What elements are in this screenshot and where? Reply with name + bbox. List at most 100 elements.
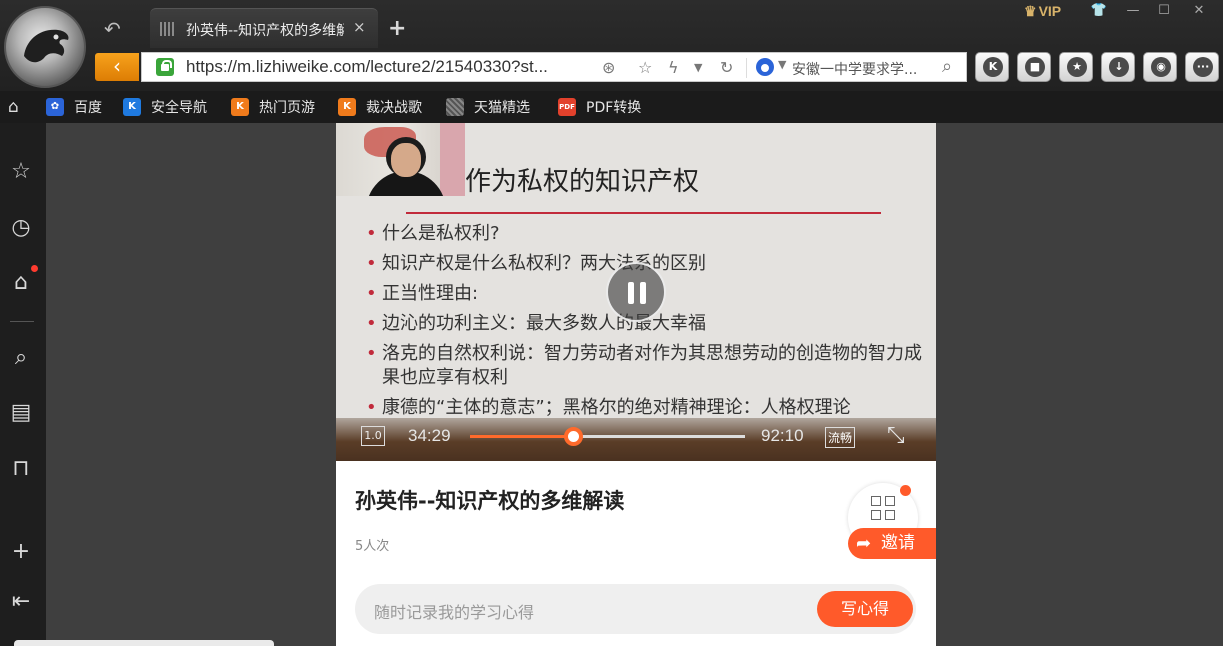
lecturer-camera	[336, 123, 465, 196]
slide-bullet: 康德的“主体的意志”；黑格尔的绝对精神理论：人格权理论	[366, 396, 926, 420]
more-button[interactable]: ···	[1185, 52, 1219, 82]
bookmark-hot-games[interactable]: K 热门页游	[231, 97, 315, 117]
bookmark-label: 百度	[74, 100, 102, 116]
baidu-search-engine-icon[interactable]	[756, 58, 774, 76]
vip-label: VIP	[1038, 3, 1062, 19]
lock-button[interactable]: ■	[1017, 52, 1051, 82]
refresh-icon[interactable]: ↻	[720, 58, 733, 77]
total-time: 92:10	[761, 426, 804, 445]
progress-thumb[interactable]	[563, 427, 583, 446]
download-button[interactable]: ↓	[1101, 52, 1135, 82]
notification-dot	[900, 485, 911, 496]
compat-mode-icon[interactable]: ⊛	[602, 58, 615, 77]
lock-icon: ■	[1025, 57, 1045, 77]
slide-bullet: 什么是私权利?	[366, 222, 926, 246]
tmall-icon	[446, 98, 464, 116]
undo-close-tab-icon[interactable]: ↶	[104, 17, 121, 41]
k-extension-button[interactable]: K	[975, 52, 1009, 82]
close-window-button[interactable]: ✕	[1188, 3, 1210, 21]
bookmark-safe-nav[interactable]: K 安全导航	[123, 97, 207, 117]
browser-logo-icon[interactable]	[4, 6, 86, 88]
address-bar[interactable]: https://m.lizhiweike.com/lecture2/215403…	[141, 52, 967, 82]
home-icon[interactable]: ⌂	[8, 97, 19, 117]
favorites-star-icon[interactable]: ☆	[8, 159, 34, 185]
progress-fill	[470, 435, 573, 438]
bookmarks-bar: ⌂ ✿ 百度 K 安全导航 K 热门页游 K 裁决战歌 天猫精选 PDF PDF转换	[0, 91, 1223, 123]
bookmark-label: 热门页游	[259, 100, 315, 116]
bookmark-caijue[interactable]: K 裁决战歌	[338, 97, 422, 117]
add-icon[interactable]: +	[8, 539, 34, 565]
grid-cell	[885, 496, 895, 506]
bookmark-tmall[interactable]: 天猫精选	[446, 97, 530, 117]
back-button[interactable]: ‹	[95, 53, 139, 81]
star-icon: ★	[1067, 57, 1087, 77]
video-player[interactable]: 作为私权的知识产权 什么是私权利? 知识产权是什么私权利？两大法系的区别 正当性…	[336, 123, 936, 461]
secure-lock-icon	[156, 58, 174, 76]
history-clock-icon[interactable]: ◷	[8, 215, 34, 241]
bookmark-label: 天猫精选	[474, 100, 530, 116]
new-tab-button[interactable]: +	[388, 16, 406, 41]
search-engine-caret-icon[interactable]: ▼	[778, 58, 786, 71]
k-shield-icon: K	[123, 98, 141, 116]
favorites-button[interactable]: ★	[1059, 52, 1093, 82]
url-text[interactable]: https://m.lizhiweike.com/lecture2/215403…	[186, 57, 596, 77]
bookmark-pdf[interactable]: PDF PDF转换	[558, 97, 641, 117]
pause-button[interactable]	[606, 262, 666, 322]
more-dots-icon: ···	[1193, 57, 1213, 77]
address-separator	[746, 58, 747, 78]
invite-button[interactable]: ➦ 邀请	[848, 528, 936, 559]
vip-button[interactable]: ♛ VIP	[1024, 3, 1061, 20]
search-input[interactable]: 安徽一中学要求学...	[792, 59, 932, 79]
crown-icon: ♛	[1024, 3, 1037, 19]
skin-shirt-icon[interactable]: 👕	[1088, 3, 1110, 21]
note-input-bar[interactable]: 随时记录我的学习心得 写心得	[355, 584, 916, 634]
collapse-sidebar-icon[interactable]: ⇤	[8, 589, 34, 615]
download-icon: ↓	[1109, 57, 1129, 77]
pdf-icon: PDF	[558, 98, 576, 116]
maximize-button[interactable]: ☐	[1153, 3, 1175, 21]
k-icon: K	[983, 57, 1003, 77]
k-game-icon: K	[231, 98, 249, 116]
tab-close-icon[interactable]: ×	[353, 18, 366, 36]
grid-cell	[871, 496, 881, 506]
share-arrow-icon: ➦	[856, 533, 872, 554]
game-button[interactable]: ◉	[1143, 52, 1177, 82]
lecture-page: 作为私权的知识产权 什么是私权利? 知识产权是什么私权利？两大法系的区别 正当性…	[336, 123, 936, 646]
browser-chrome: ↶ 孙英伟--知识产权的多维解读 × + ♛VIP 👕 — ☐ ✕ ‹ http…	[0, 0, 1223, 123]
bookmark-label: 安全导航	[151, 100, 207, 116]
shopping-bag-icon[interactable]: ⊓	[8, 456, 34, 482]
write-note-button[interactable]: 写心得	[817, 591, 913, 627]
news-reader-icon[interactable]: ▤	[8, 400, 34, 426]
toolbox-icon[interactable]: ⌂	[8, 270, 34, 296]
minimize-button[interactable]: —	[1122, 3, 1144, 21]
search-icon[interactable]: ⌕	[942, 56, 952, 77]
lecture-title: 孙英伟--知识产权的多维解读	[355, 489, 625, 513]
notification-dot	[31, 265, 38, 272]
gamepad-icon: ◉	[1151, 57, 1171, 77]
bookmark-baidu[interactable]: ✿ 百度	[46, 97, 102, 117]
playback-speed-button[interactable]: 1.0	[361, 426, 385, 446]
slide-title-rule	[406, 212, 881, 214]
current-time: 34:29	[408, 426, 451, 445]
k-game-icon: K	[338, 98, 356, 116]
browser-tab[interactable]: 孙英伟--知识产权的多维解读 ×	[150, 8, 378, 48]
note-input-placeholder[interactable]: 随时记录我的学习心得	[374, 599, 534, 623]
favorite-star-icon[interactable]: ☆	[638, 58, 652, 77]
grid-cell	[885, 510, 895, 520]
quality-button[interactable]: 流畅	[825, 427, 856, 448]
sidebar-divider	[10, 321, 34, 322]
slide-title: 作为私权的知识产权	[465, 167, 700, 197]
lightning-icon[interactable]: ϟ	[668, 58, 679, 77]
invite-label: 邀请	[881, 533, 915, 553]
fullscreen-icon[interactable]: ⤡	[887, 423, 905, 448]
bookmark-label: PDF转换	[586, 100, 642, 116]
search-icon[interactable]: ⌕	[8, 345, 34, 371]
tab-title: 孙英伟--知识产权的多维解读	[186, 23, 344, 39]
slide-bullet: 洛克的自然权利说：智力劳动者对作为其思想劳动的创造物的智力成果也应享有权利	[366, 342, 926, 390]
dropdown-caret-icon[interactable]: ▼	[694, 61, 702, 74]
left-sidebar: ☆ ◷ ⌂ ⌕ ▤ ⊓ + ⇤	[0, 123, 46, 646]
progress-bar[interactable]	[470, 427, 745, 446]
baidu-paw-icon: ✿	[46, 98, 64, 116]
view-count: 5人次	[355, 539, 390, 554]
bookmark-label: 裁决战歌	[366, 100, 422, 116]
